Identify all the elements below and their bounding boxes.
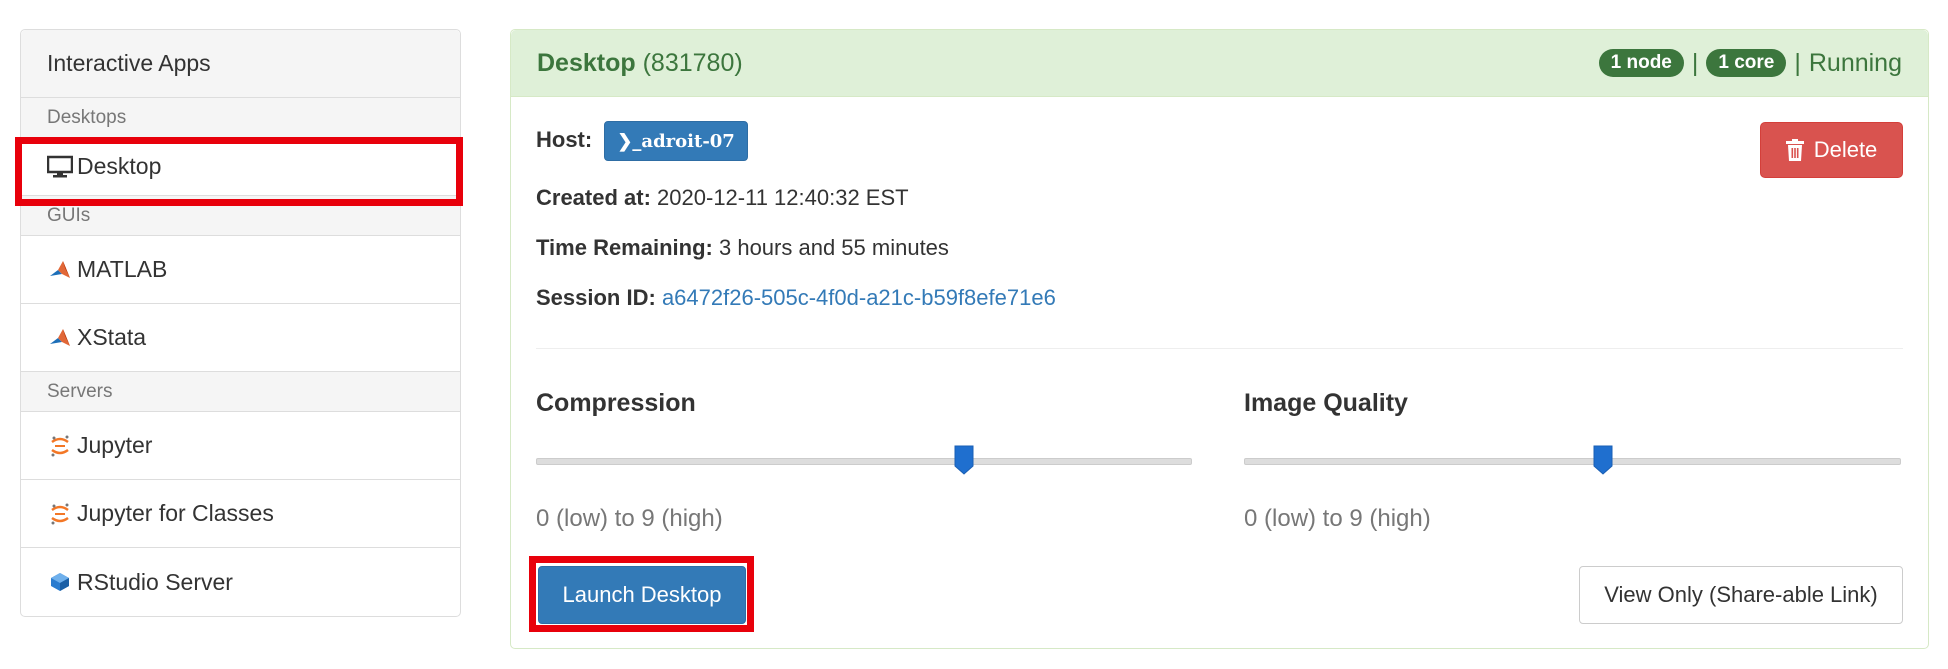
launch-desktop-button[interactable]: Launch Desktop [538, 566, 746, 624]
sidebar-item-matlab[interactable]: MATLAB [21, 236, 460, 304]
host-shell-button[interactable]: ❯_adroit-07 [604, 121, 748, 161]
compression-slider[interactable] [536, 458, 1192, 465]
sidebar-section-servers: Servers [21, 372, 460, 412]
matlab-icon [47, 257, 73, 283]
view-only-button[interactable]: View Only (Share-able Link) [1579, 566, 1903, 624]
created-value: 2020-12-11 12:40:32 EST [657, 185, 909, 210]
status-text: Running [1808, 48, 1902, 77]
session-id-display: (831780) [642, 48, 743, 77]
sidebar-item-label: Jupyter [77, 432, 153, 458]
session-id-row: Session ID: a6472f26-505c-4f0d-a21c-b59f… [536, 285, 1056, 311]
host-label: Host: [536, 126, 593, 152]
host-row: Host: ❯_adroit-07 [536, 121, 748, 161]
xstata-icon [47, 325, 73, 351]
compression-slider-handle[interactable] [954, 445, 974, 475]
rstudio-icon [47, 569, 73, 595]
interactive-apps-sidebar: Interactive Apps Desktops Desktop GUIs M… [20, 29, 461, 617]
image-quality-label: Image Quality [1244, 389, 1408, 417]
time-remaining-value: 3 hours and 55 minutes [718, 235, 949, 260]
node-count-badge: 1 node [1598, 49, 1684, 77]
session-card: Desktop (831780) 1 node | 1 core | Runni… [510, 29, 1929, 649]
time-remaining-label: Time Remaining: [536, 235, 713, 260]
jupyter-icon [47, 501, 73, 527]
sidebar-item-label: XStata [77, 324, 147, 350]
trash-icon [1785, 139, 1804, 161]
sidebar-section-guis: GUIs [21, 196, 460, 236]
session-id-label: Session ID: [536, 285, 656, 310]
monitor-icon [47, 154, 73, 180]
created-row: Created at: 2020-12-11 12:40:32 EST [536, 185, 909, 211]
section-label: Servers [47, 380, 113, 402]
sidebar-item-jupyter[interactable]: Jupyter [21, 412, 460, 480]
sidebar-header-label: Interactive Apps [47, 50, 211, 76]
launch-desktop-label: Launch Desktop [562, 582, 722, 607]
sidebar-item-label: Desktop [77, 153, 162, 179]
divider [536, 348, 1903, 349]
compression-range-hint: 0 (low) to 9 (high) [536, 505, 723, 532]
time-remaining-row: Time Remaining: 3 hours and 55 minutes [536, 235, 949, 261]
created-label: Created at: [536, 185, 651, 210]
image-quality-slider[interactable] [1244, 458, 1901, 465]
sidebar-item-desktop[interactable]: Desktop [21, 138, 460, 196]
sidebar-item-jupyter-for-classes[interactable]: Jupyter for Classes [21, 480, 460, 548]
sidebar-item-label: RStudio Server [77, 568, 233, 595]
session-title: Desktop (831780) [537, 49, 743, 78]
delete-label: Delete [1813, 137, 1878, 162]
sidebar-section-desktops: Desktops [21, 98, 460, 138]
sidebar-item-rstudio-server[interactable]: RStudio Server [21, 548, 460, 616]
sidebar-item-label: Jupyter for Classes [77, 500, 274, 526]
image-quality-slider-handle[interactable] [1593, 445, 1613, 475]
compression-label: Compression [536, 389, 696, 417]
sidebar-header: Interactive Apps [21, 30, 460, 98]
session-app-name: Desktop [537, 48, 636, 77]
session-status-group: 1 node | 1 core | Running [1598, 48, 1902, 78]
separator: | [1794, 48, 1801, 77]
delete-button[interactable]: Delete [1760, 122, 1903, 178]
image-quality-range-hint: 0 (low) to 9 (high) [1244, 505, 1431, 532]
sidebar-item-label: MATLAB [77, 256, 168, 282]
section-label: Desktops [47, 106, 127, 128]
separator: | [1691, 48, 1699, 77]
section-label: GUIs [47, 204, 91, 226]
session-id-link[interactable]: a6472f26-505c-4f0d-a21c-b59f8efe71e6 [662, 285, 1056, 310]
core-count-badge: 1 core [1706, 49, 1787, 77]
view-only-label: View Only (Share-able Link) [1604, 582, 1878, 607]
sidebar-item-xstata[interactable]: XStata [21, 304, 460, 372]
jupyter-icon [47, 433, 73, 459]
session-card-header: Desktop (831780) 1 node | 1 core | Runni… [511, 30, 1928, 97]
